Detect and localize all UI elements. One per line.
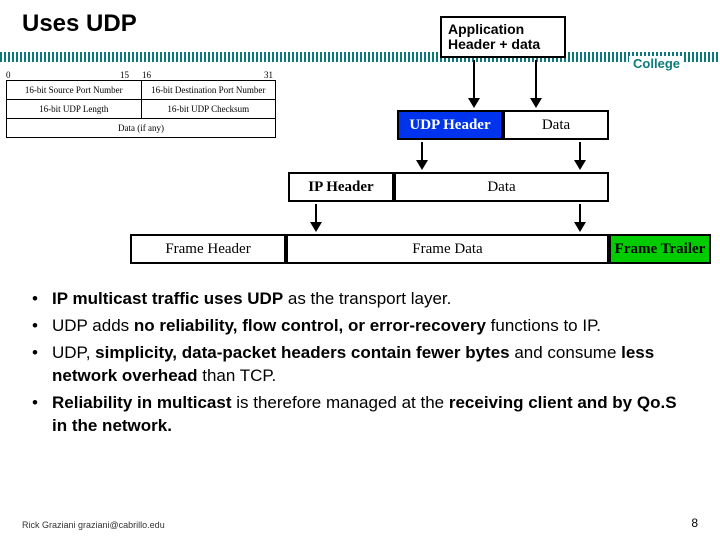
- list-item: UDP adds no reliability, flow control, o…: [24, 315, 696, 338]
- bit-label-31: 31: [264, 70, 273, 80]
- bullet-text: functions to IP.: [486, 316, 601, 335]
- list-item: UDP, simplicity, data-packet headers con…: [24, 342, 696, 388]
- bullet-text: IP multicast traffic uses UDP: [52, 289, 283, 308]
- bullet-text: as the transport layer.: [283, 289, 451, 308]
- bullet-text: no reliability, flow control, or error-r…: [134, 316, 486, 335]
- frame-trailer-box: Frame Trailer: [609, 234, 711, 264]
- arrow-icon: [416, 160, 428, 170]
- slide-title: Uses UDP: [22, 10, 137, 38]
- ip-header-box: IP Header: [288, 172, 394, 202]
- page-number: 8: [691, 516, 698, 530]
- udp-field-data: Data (if any): [7, 119, 276, 138]
- arrow-icon: [574, 160, 586, 170]
- udp-field-checksum: 16-bit UDP Checksum: [141, 100, 276, 119]
- bullet-text: UDP adds: [52, 316, 134, 335]
- udp-header-box: UDP Header: [397, 110, 503, 140]
- bullet-text: and consume: [510, 343, 622, 362]
- list-item: Reliability in multicast is therefore ma…: [24, 392, 696, 438]
- divider-hatch: [0, 52, 720, 62]
- arrow-icon: [468, 98, 480, 108]
- frame-data-box: Frame Data: [286, 234, 609, 264]
- arrow-icon: [574, 222, 586, 232]
- udp-field-length: 16-bit UDP Length: [7, 100, 142, 119]
- arrow-icon: [310, 222, 322, 232]
- bullet-list: IP multicast traffic uses UDP as the tra…: [24, 288, 696, 442]
- bit-label-0: 0: [6, 70, 11, 80]
- college-label: College: [629, 56, 684, 71]
- bullet-text: UDP,: [52, 343, 95, 362]
- arrow-icon: [530, 98, 542, 108]
- app-header-box: Application Header + data: [440, 16, 566, 58]
- udp-header-fields-table: 16-bit Source Port Number 16-bit Destina…: [6, 80, 276, 138]
- ip-data-box: Data: [394, 172, 609, 202]
- list-item: IP multicast traffic uses UDP as the tra…: [24, 288, 696, 311]
- bit-label-15: 15: [120, 70, 129, 80]
- footer-author: Rick Graziani graziani@cabrillo.edu: [22, 520, 165, 530]
- udp-field-dstport: 16-bit Destination Port Number: [141, 81, 276, 100]
- udp-data-box: Data: [503, 110, 609, 140]
- bullet-text: simplicity, data-packet headers contain …: [95, 343, 509, 362]
- bullet-text: Reliability in multicast: [52, 393, 232, 412]
- frame-header-box: Frame Header: [130, 234, 286, 264]
- bullet-text: than TCP.: [198, 366, 277, 385]
- bit-label-16: 16: [142, 70, 151, 80]
- bullet-text: is therefore managed at the: [232, 393, 449, 412]
- udp-field-srcport: 16-bit Source Port Number: [7, 81, 142, 100]
